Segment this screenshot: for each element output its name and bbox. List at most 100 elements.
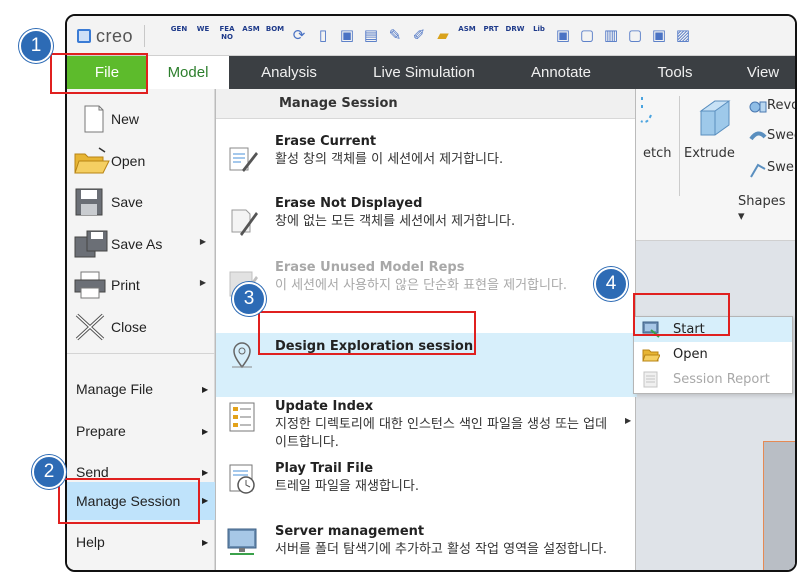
session-report-icon	[643, 371, 658, 388]
swept-blend-icon	[750, 163, 766, 178]
open-folder-icon	[74, 147, 110, 174]
fea-no-icon[interactable]: FEA NO	[217, 25, 237, 47]
lib-icon[interactable]: Lib	[529, 25, 549, 47]
drw-template-icon[interactable]: DRW	[505, 25, 525, 47]
edit-icon[interactable]: ✎	[385, 25, 405, 45]
erase-current-icon	[229, 147, 258, 172]
play-trail-file-item[interactable]: Play Trail File 트레일 파일을 재생합니다.	[216, 461, 637, 511]
submenu-title: Manage Session	[279, 96, 398, 111]
file-save[interactable]: Save	[67, 182, 215, 222]
server-management-title: Server management	[275, 524, 425, 539]
submenu-arrow-icon: ▶	[202, 496, 209, 505]
file-save-as-label: Save As	[111, 236, 163, 252]
server-monitor-icon	[227, 528, 257, 555]
submenu-header: Manage Session	[216, 89, 635, 119]
file-save-as[interactable]: Save As ▶	[67, 224, 215, 264]
erase-current-desc: 활성 창의 객체를 이 세션에서 제거합니다.	[275, 152, 504, 167]
open-folder-icon[interactable]: ▰	[433, 25, 453, 45]
new-file-icon[interactable]: ▯	[313, 25, 333, 45]
bom-icon[interactable]: BOM	[265, 25, 285, 47]
erase-icon[interactable]: ✐	[409, 25, 429, 45]
sketch-icon	[640, 97, 652, 124]
erase-not-displayed-desc: 창에 없는 모든 객체를 세션에서 제거합니다.	[275, 214, 516, 229]
sweep-button[interactable]: Swee	[767, 128, 795, 143]
play-trail-file-desc: 트레일 파일을 재생합니다.	[275, 479, 419, 494]
submenu-arrow-icon: ▶	[202, 385, 209, 394]
window-icon-3[interactable]: ▥	[601, 25, 621, 45]
creo-logo: creo	[77, 25, 146, 47]
callout-box-start	[633, 293, 730, 336]
gen-icon[interactable]: GEN	[169, 25, 189, 47]
update-index-icon	[229, 402, 255, 432]
file-new-label: New	[111, 111, 140, 127]
server-management-item[interactable]: Server management 서버를 폴더 탐색기에 추가하고 활성 작업…	[216, 524, 637, 570]
tab-tools[interactable]: Tools	[635, 56, 715, 89]
window-icon-2[interactable]: ▢	[577, 25, 597, 45]
step-badge-2: 2	[32, 455, 66, 489]
file-print[interactable]: Print ▶	[67, 265, 215, 305]
tab-view[interactable]: View	[731, 56, 795, 89]
erase-not-displayed-title: Erase Not Displayed	[275, 196, 423, 211]
swept-blend-button[interactable]: Swep	[767, 160, 795, 175]
popup-open[interactable]: Open	[634, 342, 792, 367]
regenerate-icon[interactable]: ⟳	[289, 25, 309, 45]
creo-logo-text: creo	[96, 25, 134, 46]
play-trail-file-icon	[229, 464, 255, 494]
revolve-icon	[749, 101, 767, 113]
callout-box-design-exploration	[258, 311, 476, 355]
update-index-desc: 지정한 디렉토리에 대한 인스턴스 색인 파일을 생성 또는 업데이트합니다.	[275, 417, 608, 450]
window-icon-6[interactable]: ▨	[673, 25, 693, 45]
window-icon-1[interactable]: ▣	[553, 25, 573, 45]
print-icon	[74, 271, 106, 299]
popup-session-report[interactable]: Session Report	[634, 367, 792, 392]
extrude-icon	[699, 100, 731, 136]
update-index-item[interactable]: Update Index 지정한 디렉토리에 대한 인스턴스 색인 파일을 생성…	[216, 399, 637, 463]
tab-annotate[interactable]: Annotate	[507, 56, 615, 89]
erase-unused-reps-desc: 이 세션에서 사용하지 않은 단순화 표현을 제거합니다.	[275, 278, 568, 293]
revolve-button[interactable]: Revo	[767, 98, 795, 113]
file-prepare[interactable]: Prepare	[76, 423, 126, 439]
file-help[interactable]: Help	[76, 534, 105, 550]
tab-analysis[interactable]: Analysis	[237, 56, 341, 89]
asm-template-icon[interactable]: ASM	[457, 25, 477, 47]
erase-current-item[interactable]: Erase Current 활성 창의 객체를 이 세션에서 제거합니다.	[216, 134, 637, 184]
sketch-button-label[interactable]: etch	[643, 146, 671, 161]
step-badge-4: 4	[594, 267, 628, 301]
submenu-arrow-icon: ▶	[199, 278, 206, 287]
erase-unused-reps-title: Erase Unused Model Reps	[275, 260, 465, 275]
window-icon-4[interactable]: ▢	[625, 25, 645, 45]
submenu-arrow-icon: ▶	[199, 237, 206, 246]
asm-icon[interactable]: ASM	[241, 25, 261, 47]
file-close[interactable]: Close	[67, 307, 215, 347]
new-icon	[84, 105, 104, 133]
we-icon[interactable]: WE	[193, 25, 213, 47]
server-management-desc: 서버를 폴더 탐색기에 추가하고 활성 작업 영역을 설정합니다.	[275, 542, 608, 557]
tab-model[interactable]: Model	[147, 56, 229, 89]
ribbon-divider	[679, 96, 680, 196]
shapes-group-dropdown[interactable]: Shapes ▾	[738, 194, 795, 224]
play-trail-file-title: Play Trail File	[275, 461, 374, 476]
popup-session-report-label: Session Report	[673, 372, 770, 387]
save-as-icon[interactable]: ▤	[361, 25, 381, 45]
callout-box-manage-session	[58, 478, 200, 524]
erase-not-displayed-item[interactable]: Erase Not Displayed 창에 없는 모든 객체를 세션에서 제거…	[216, 196, 637, 246]
erase-not-displayed-icon	[231, 209, 258, 236]
save-icon[interactable]: ▣	[337, 25, 357, 45]
file-manage-file[interactable]: Manage File	[76, 381, 153, 397]
prt-template-icon[interactable]: PRT	[481, 25, 501, 47]
close-icon	[75, 313, 105, 341]
quick-access-toolbar: creo GEN WE FEA NO ASM BOM ⟳ ▯ ▣ ▤ ✎ ✐ ▰…	[67, 16, 795, 56]
menu-divider	[67, 353, 215, 354]
submenu-arrow-icon: ▶	[202, 427, 209, 436]
submenu-arrow-icon: ▶	[202, 468, 209, 477]
model-geometry	[763, 441, 795, 570]
extrude-button[interactable]: Extrude	[684, 146, 735, 161]
save-icon	[75, 188, 103, 216]
tab-live-simulation[interactable]: Live Simulation	[353, 56, 495, 89]
step-badge-1: 1	[19, 29, 53, 63]
file-new[interactable]: New	[67, 99, 215, 139]
window-icon-5[interactable]: ▣	[649, 25, 669, 45]
file-close-label: Close	[111, 319, 147, 335]
erase-current-title: Erase Current	[275, 134, 377, 149]
file-open[interactable]: Open	[67, 141, 215, 181]
